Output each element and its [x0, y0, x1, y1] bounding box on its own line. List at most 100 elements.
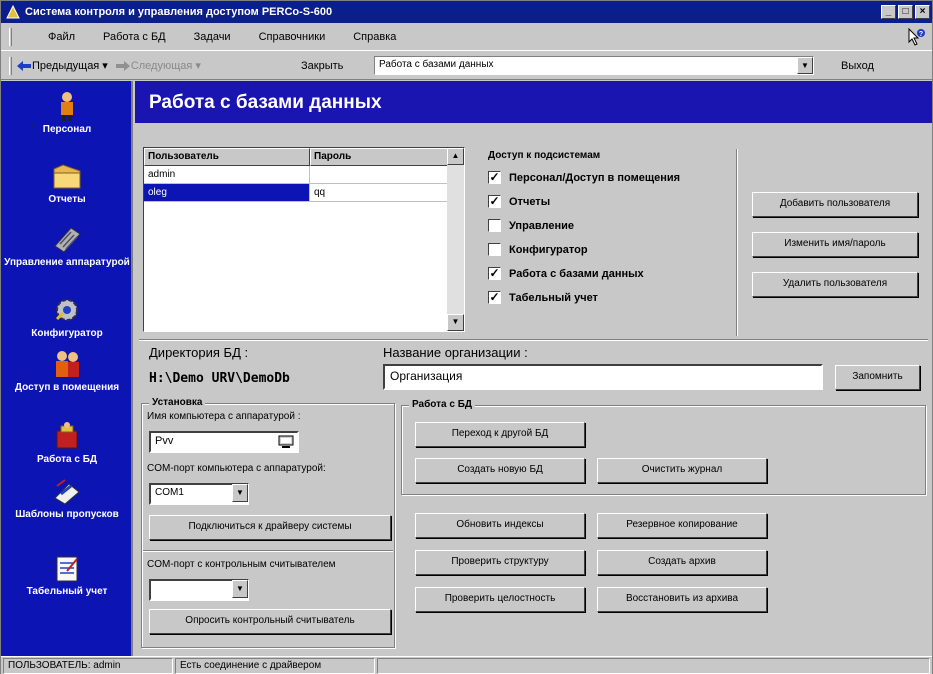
sidebar-item-reports[interactable]: Отчеты — [1, 161, 133, 206]
page-select[interactable]: Работа с базами данных ▼ — [374, 56, 814, 75]
poll-reader-button[interactable]: Опросить контрольный считыватель — [149, 609, 391, 634]
check-structure-button[interactable]: Проверить структуру — [415, 550, 585, 575]
sidebar-item-label: Управление аппаратурой — [4, 257, 130, 268]
checkbox-timesheet[interactable]: ✓ Табельный учет — [488, 291, 598, 304]
table-cell-user[interactable]: admin — [144, 166, 310, 184]
menu-file[interactable]: Файл — [48, 31, 75, 43]
minimize-button[interactable]: _ — [881, 5, 896, 19]
checkbox-databases[interactable]: ✓ Работа с базами данных — [488, 267, 644, 280]
close-page-button[interactable]: Закрыть — [301, 60, 343, 72]
forward-button[interactable]: Следующая ▾ — [115, 59, 204, 72]
column-header-user[interactable]: Пользователь — [144, 148, 310, 166]
database-icon — [56, 422, 78, 449]
browse-computer-icon[interactable] — [278, 435, 294, 449]
create-archive-button[interactable]: Создать архив — [597, 550, 767, 575]
back-button[interactable]: Предыдущая ▾ — [16, 59, 111, 72]
sidebar-item-hardware[interactable]: Управление аппаратурой — [1, 224, 133, 269]
checkbox-label: Отчеты — [509, 195, 551, 208]
table-scrollbar[interactable]: ▲ ▼ — [447, 148, 464, 331]
create-new-db-button[interactable]: Создать новую БД — [415, 458, 585, 483]
sidebar-item-database[interactable]: Работа с БД — [1, 421, 133, 466]
delete-user-button[interactable]: Удалить пользователя — [752, 272, 918, 297]
chevron-down-icon[interactable]: ▼ — [797, 57, 813, 74]
checkbox-label: Работа с базами данных — [509, 267, 644, 280]
restore-archive-button[interactable]: Восстановить из архива — [597, 587, 767, 612]
back-dropdown-icon[interactable]: ▾ — [102, 59, 108, 72]
checkbox-label: Конфигуратор — [509, 243, 588, 256]
close-page-label: Закрыть — [301, 59, 344, 72]
computer-label: Имя компьютера с аппаратурой : — [147, 411, 301, 422]
menu-grip[interactable] — [9, 27, 12, 46]
menu-help[interactable]: Справка — [353, 31, 396, 43]
connect-driver-button[interactable]: Подключиться к драйверу системы — [149, 515, 391, 540]
toolbar-grip[interactable] — [9, 56, 12, 75]
scroll-down-icon[interactable]: ▼ — [447, 314, 464, 331]
exit-button[interactable]: Выход — [841, 60, 874, 72]
app-icon — [6, 4, 20, 19]
checkbox-box[interactable]: ✓ — [488, 171, 501, 184]
sidebar-item-label: Доступ в помещения — [14, 382, 120, 393]
exit-label: Выход — [841, 59, 874, 72]
maximize-button[interactable]: □ — [898, 5, 913, 19]
sidebar-item-personnel[interactable]: Персонал — [1, 91, 133, 136]
add-user-button[interactable]: Добавить пользователя — [752, 192, 918, 217]
menu-references[interactable]: Справочники — [259, 31, 326, 43]
sidebar-item-label: Отчеты — [48, 194, 86, 205]
menu-bar: Файл Работа с БД Задачи Справочники Спра… — [1, 23, 932, 51]
update-indexes-button[interactable]: Обновить индексы — [415, 513, 585, 538]
table-cell-password[interactable]: qq — [310, 184, 448, 202]
edit-user-button[interactable]: Изменить имя/пароль — [752, 232, 918, 257]
check-integrity-button[interactable]: Проверить целостность — [415, 587, 585, 612]
toolbar: Предыдущая ▾ Следующая ▾ Закрыть Работа … — [1, 52, 932, 80]
sidebar-item-timesheet[interactable]: Табельный учет — [1, 553, 133, 598]
checkbox-box[interactable] — [488, 219, 501, 232]
forward-arrow-icon — [115, 60, 130, 71]
sidebar-item-configurator[interactable]: Конфигуратор — [1, 295, 133, 340]
users-table[interactable]: Пользователь Пароль admin oleg qq ▲ ▼ — [143, 147, 465, 332]
menu-db[interactable]: Работа с БД — [103, 31, 166, 43]
access-title: Доступ к подсистемам — [488, 150, 601, 161]
com-port-select[interactable]: COM1 ▼ — [149, 483, 249, 505]
person-icon — [61, 92, 73, 121]
sidebar-item-access[interactable]: Доступ в помещения — [1, 349, 133, 394]
checkbox-box[interactable]: ✓ — [488, 267, 501, 280]
column-header-password[interactable]: Пароль — [310, 148, 448, 166]
checkbox-reports[interactable]: ✓ Отчеты — [488, 195, 550, 208]
table-cell-user-selected[interactable]: oleg — [144, 184, 310, 202]
reader-com-select[interactable]: ▼ — [149, 579, 249, 601]
menu-tasks[interactable]: Задачи — [194, 31, 231, 43]
chevron-down-icon[interactable]: ▼ — [232, 484, 248, 502]
checkbox-box[interactable]: ✓ — [488, 291, 501, 304]
backup-button[interactable]: Резервное копирование — [597, 513, 767, 538]
db-dir-value: H:\Demo URV\DemoDb — [149, 371, 290, 386]
sidebar: Персонал Отчеты Управление аппаратурой К… — [1, 81, 133, 656]
forward-dropdown-icon[interactable]: ▾ — [195, 59, 201, 72]
forward-label: Следующая — [130, 59, 193, 72]
people-icon — [56, 351, 79, 377]
title-bar[interactable]: Система контроля и управления доступом P… — [1, 1, 932, 23]
chevron-down-icon[interactable]: ▼ — [232, 580, 248, 598]
sidebar-item-label: Конфигуратор — [31, 328, 103, 339]
page-select-value: Работа с базами данных — [379, 59, 494, 70]
close-window-button[interactable]: × — [915, 5, 930, 19]
svg-text:?: ? — [919, 31, 923, 38]
computer-name-field[interactable]: Pvv — [149, 431, 299, 453]
org-name-field[interactable]: Организация — [383, 364, 823, 390]
timesheet-icon — [56, 556, 78, 582]
checkbox-personnel-access[interactable]: ✓ Персонал/Доступ в помещения — [488, 171, 680, 184]
goto-other-db-button[interactable]: Переход к другой БД — [415, 422, 585, 447]
horizontal-divider — [139, 339, 928, 341]
remember-button[interactable]: Запомнить — [835, 365, 920, 390]
clear-log-button[interactable]: Очистить журнал — [597, 458, 767, 483]
checkbox-configurator[interactable]: Конфигуратор — [488, 243, 588, 256]
org-name-value: Организация — [390, 369, 463, 383]
context-help-icon[interactable]: ? — [906, 27, 926, 47]
status-user: ПОЛЬЗОВАТЕЛЬ: admin — [3, 657, 173, 674]
scroll-up-icon[interactable]: ▲ — [447, 148, 464, 165]
checkbox-box[interactable]: ✓ — [488, 195, 501, 208]
reader-com-label: COM-порт с контрольным считывателем — [147, 559, 336, 570]
checkbox-management[interactable]: Управление — [488, 219, 574, 232]
table-cell-password[interactable] — [310, 166, 448, 184]
sidebar-item-pass-templates[interactable]: Шаблоны пропусков — [1, 476, 133, 521]
checkbox-box[interactable] — [488, 243, 501, 256]
